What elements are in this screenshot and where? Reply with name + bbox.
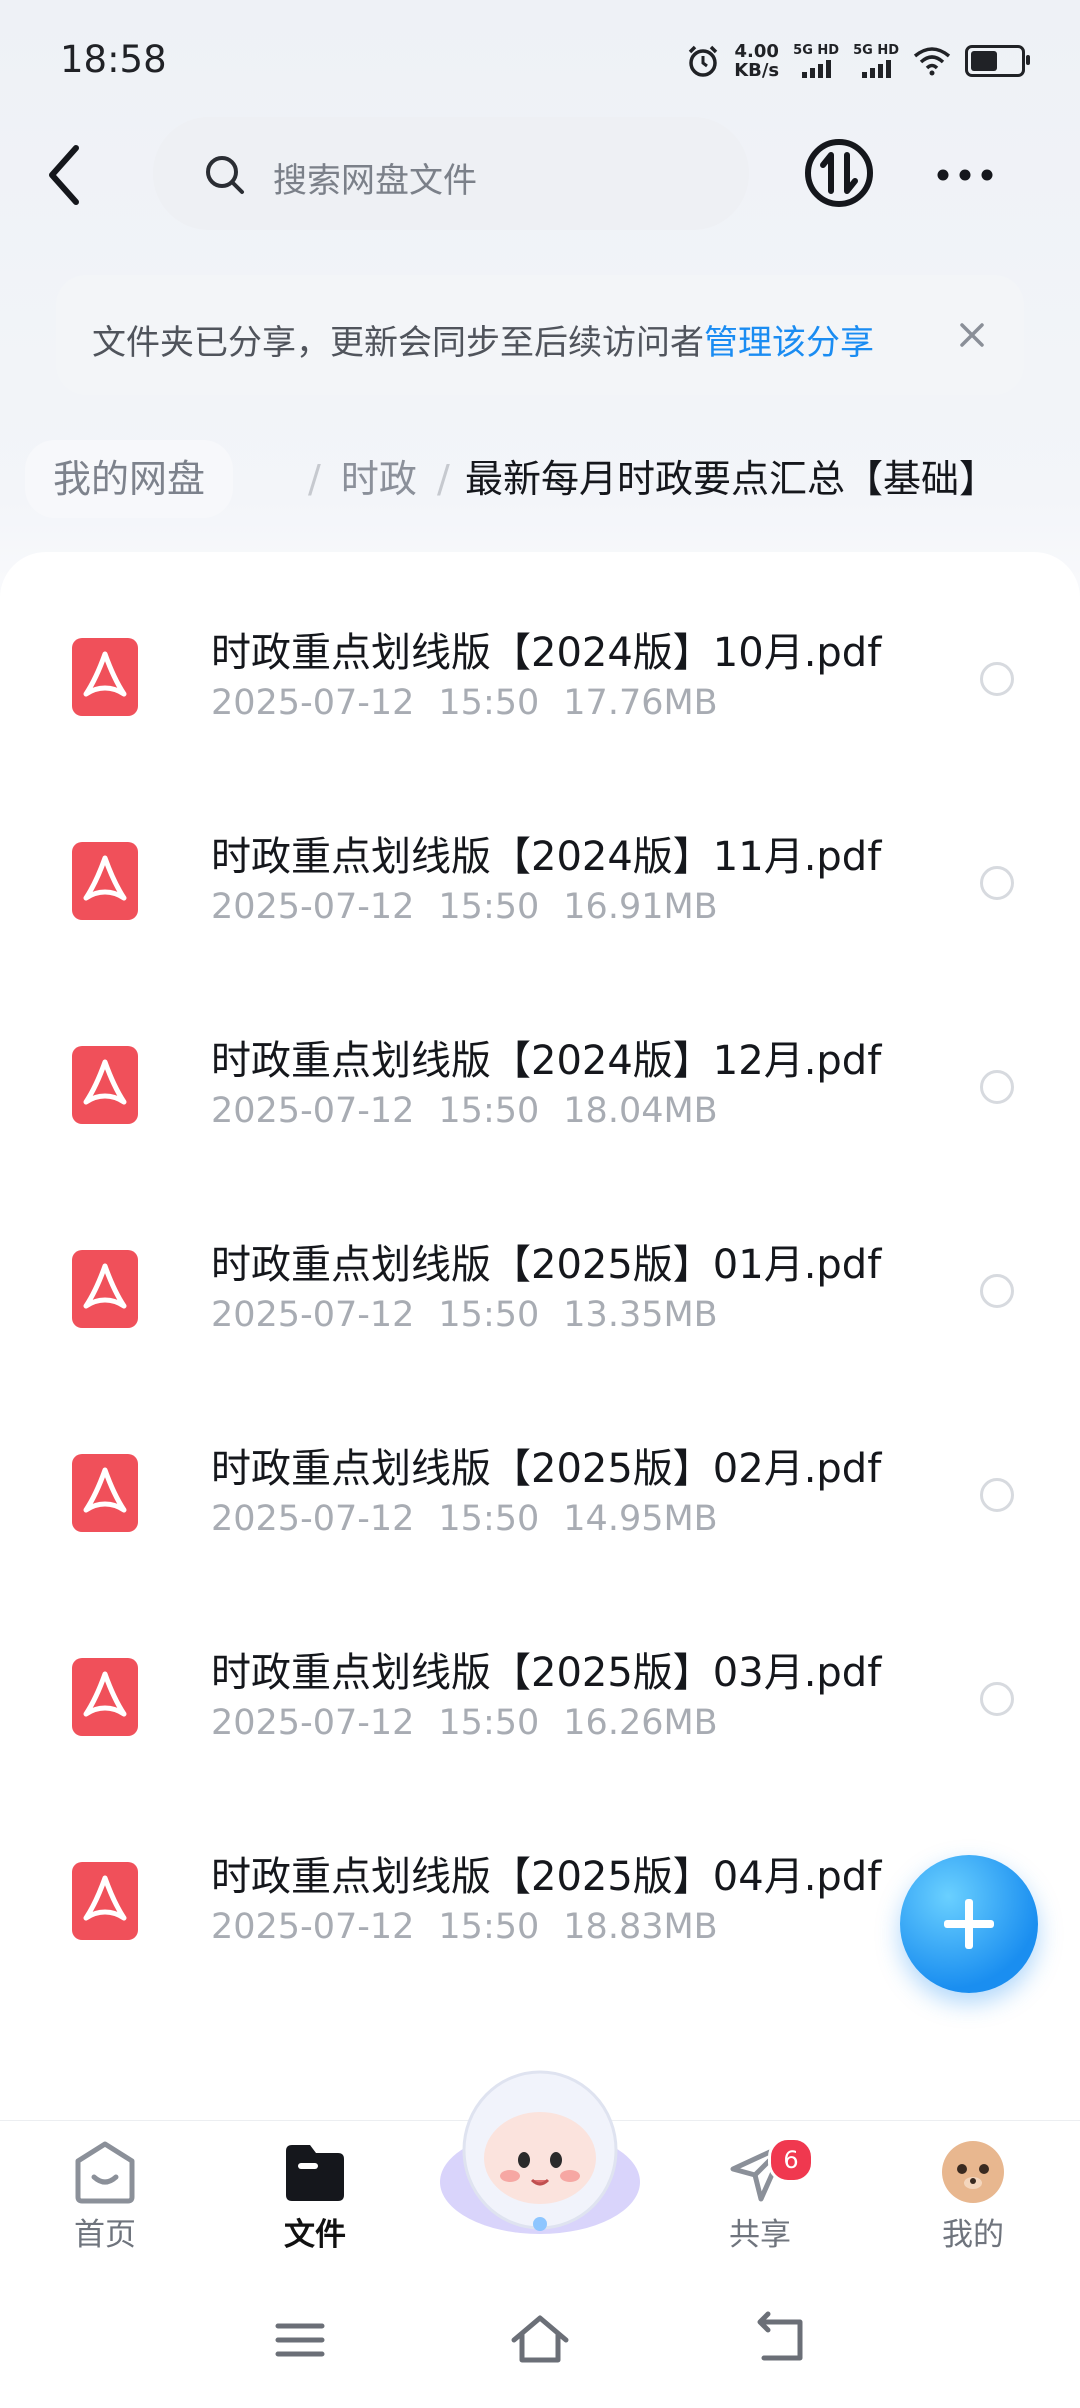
battery-icon: [965, 45, 1030, 77]
file-name: 时政重点划线版【2025版】03月.pdf: [211, 1650, 882, 1696]
file-row[interactable]: 时政重点划线版【2024版】11月.pdf 2025-07-12 15:50 16.…: [0, 784, 1080, 988]
tab-mine[interactable]: 我的: [903, 2139, 1043, 2254]
folder-icon: [286, 2145, 344, 2201]
transfer-icon[interactable]: [803, 137, 875, 209]
search-placeholder: 搜索网盘文件: [273, 161, 477, 201]
manage-share-link[interactable]: 管理该分享: [704, 323, 874, 363]
share-notice-banner: 文件夹已分享，更新会同步至后续访问者管理该分享: [56, 275, 1024, 395]
pdf-file-icon: [72, 1862, 138, 1940]
file-name: 时政重点划线版【2024版】12月.pdf: [211, 1038, 882, 1084]
status-icons: 4.00 KB/s 5G HD 5G HD: [686, 41, 1030, 81]
select-checkbox[interactable]: [980, 1682, 1014, 1716]
pdf-file-icon: [72, 1046, 138, 1124]
notification-badge: 6: [768, 2137, 814, 2183]
breadcrumb-current: 最新每月时政要点汇总【基础】: [465, 457, 998, 501]
pdf-file-icon: [72, 1658, 138, 1736]
select-checkbox[interactable]: [980, 662, 1014, 696]
breadcrumb-separator: /: [308, 457, 321, 501]
signal-sim2: 5G HD: [853, 44, 899, 78]
add-button[interactable]: [900, 1855, 1038, 1993]
mascot-icon[interactable]: [430, 2062, 650, 2242]
tab-home[interactable]: 首页: [35, 2139, 175, 2254]
tab-share-label: 共享: [729, 2217, 791, 2253]
close-icon[interactable]: [950, 313, 994, 357]
file-meta: 2025-07-12 15:50 16.91MB: [211, 887, 718, 927]
file-row[interactable]: 时政重点划线版【2024版】12月.pdf 2025-07-12 15:50 18.…: [0, 988, 1080, 1192]
network-speed: 4.00 KB/s: [734, 41, 780, 81]
home-icon: [75, 2141, 135, 2204]
tab-files-label: 文件: [284, 2217, 346, 2253]
file-row[interactable]: 时政重点划线版【2024版】10月.pdf 2025-07-12 15:50 17.…: [0, 580, 1080, 784]
file-name: 时政重点划线版【2024版】10月.pdf: [211, 630, 882, 676]
pdf-file-icon: [72, 1250, 138, 1328]
back-nav-icon[interactable]: [750, 2310, 810, 2370]
tab-files[interactable]: 文件: [245, 2139, 385, 2254]
tab-share[interactable]: 6 共享: [690, 2137, 830, 2254]
file-meta: 2025-07-12 15:50 18.83MB: [211, 1907, 718, 1947]
file-name: 时政重点划线版【2025版】02月.pdf: [211, 1446, 882, 1492]
file-name: 时政重点划线版【2025版】01月.pdf: [211, 1242, 882, 1288]
file-name: 时政重点划线版【2024版】11月.pdf: [211, 834, 882, 880]
select-checkbox[interactable]: [980, 1274, 1014, 1308]
breadcrumb: 我的网盘 / 时政 / 最新每月时政要点汇总【基础】: [25, 440, 1080, 520]
signal-bars-icon: [853, 60, 899, 78]
select-checkbox[interactable]: [980, 866, 1014, 900]
pdf-file-icon: [72, 1454, 138, 1532]
share-notice-text: 文件夹已分享，更新会同步至后续访问者: [92, 323, 704, 363]
menu-icon[interactable]: [270, 2310, 330, 2370]
alarm-icon: [688, 45, 718, 77]
file-meta: 2025-07-12 15:50 17.76MB: [211, 683, 718, 723]
status-bar: 18:58 4.00 KB/s 5G HD 5G HD: [0, 0, 1080, 120]
system-navigation-bar: [0, 2270, 1080, 2408]
home-nav-icon[interactable]: [510, 2310, 570, 2370]
search-icon: [206, 156, 244, 194]
file-meta: 2025-07-12 15:50 14.95MB: [211, 1499, 718, 1539]
file-meta: 2025-07-12 15:50 18.04MB: [211, 1091, 718, 1131]
signal-sim1: 5G HD: [793, 44, 839, 78]
select-checkbox[interactable]: [980, 1478, 1014, 1512]
breadcrumb-root[interactable]: 我的网盘: [25, 440, 234, 518]
file-row[interactable]: 时政重点划线版【2025版】02月.pdf 2025-07-12 15:50 14.…: [0, 1396, 1080, 1600]
signal-bars-icon: [793, 60, 839, 78]
select-checkbox[interactable]: [980, 1070, 1014, 1104]
file-row[interactable]: 时政重点划线版【2025版】03月.pdf 2025-07-12 15:50 16.…: [0, 1600, 1080, 1804]
back-arrow-icon[interactable]: [40, 140, 90, 210]
breadcrumb-folder[interactable]: 时政: [341, 457, 417, 501]
tab-mine-label: 我的: [942, 2217, 1004, 2253]
file-name: 时政重点划线版【2025版】04月.pdf: [211, 1854, 882, 1900]
status-time: 18:58: [60, 38, 167, 81]
wifi-icon: [913, 47, 951, 76]
pdf-file-icon: [72, 842, 138, 920]
file-meta: 2025-07-12 15:50 13.35MB: [211, 1295, 718, 1335]
pdf-file-icon: [72, 638, 138, 716]
file-row[interactable]: 时政重点划线版【2025版】01月.pdf 2025-07-12 15:50 13.…: [0, 1192, 1080, 1396]
tab-home-label: 首页: [74, 2217, 136, 2253]
more-options-icon[interactable]: [935, 160, 995, 190]
file-meta: 2025-07-12 15:50 16.26MB: [211, 1703, 718, 1743]
avatar: [942, 2141, 1004, 2203]
search-input[interactable]: 搜索网盘文件: [153, 117, 749, 230]
breadcrumb-separator: /: [437, 457, 450, 501]
